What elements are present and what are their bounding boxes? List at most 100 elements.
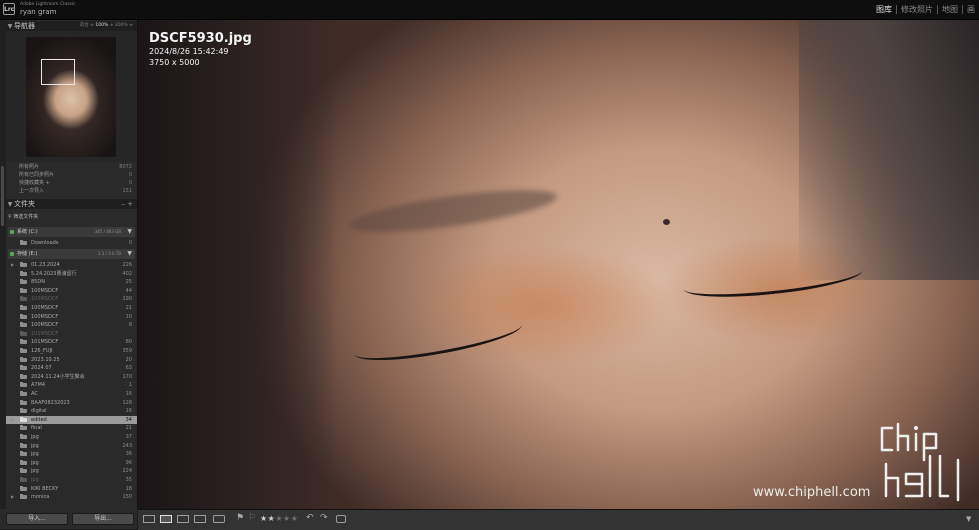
folder-count: 10 [125, 313, 132, 320]
module-develop[interactable]: 修改照片 [896, 5, 937, 14]
survey-view-icon[interactable] [194, 515, 206, 523]
folder-row[interactable]: A7M4 1 [6, 381, 137, 389]
bottom-toolbar: ⚑ ⚐ ★★★★★ ↶ ↷ ▼ [138, 509, 979, 530]
folder-row[interactable]: jpg 35 [6, 476, 137, 484]
folder-row[interactable]: Downloads 0 [6, 239, 137, 247]
folder-row[interactable]: 100MSDCF 21 [6, 304, 137, 312]
zoom-fit[interactable]: 适合 [80, 23, 89, 28]
folder-count: 16 [125, 408, 132, 415]
folder-row[interactable]: KIKI BECKY 18 [6, 485, 137, 493]
photo-eye-left [351, 310, 525, 369]
module-library[interactable]: 图库 [872, 5, 896, 14]
folder-row[interactable]: jpg 243 [6, 442, 137, 450]
navigator-preview [6, 31, 137, 162]
expand-triangle-icon[interactable]: ▶ [11, 493, 14, 501]
folder-row[interactable]: 2024.07 63 [6, 364, 137, 372]
folder-row[interactable]: BAAF08232023 128 [6, 399, 137, 407]
loupe-view[interactable]: DSCF5930.jpg 2024/8/26 15:42:49 3750 x 5… [138, 20, 979, 509]
people-view-icon[interactable] [213, 515, 225, 523]
photo-hair-left [138, 20, 338, 509]
navigator-thumbnail[interactable] [26, 37, 116, 157]
folders-header[interactable]: ▼ 文件夹 – + [6, 199, 137, 209]
volume-storage[interactable]: 存储 (E:) 3.3 / 3.6 TB ▼ [8, 249, 135, 259]
folder-row[interactable]: 101MSDCF [6, 330, 137, 338]
zoom-100[interactable]: 100% [95, 23, 108, 28]
folder-icon [20, 270, 27, 276]
crop-overlay-icon[interactable] [336, 515, 346, 523]
compare-view-icon[interactable] [177, 515, 189, 523]
catalog-item-synced[interactable]: 所有已同步照片 0 [6, 171, 137, 179]
star-rating[interactable]: ★★★★★ [260, 514, 298, 523]
folder-row-selected[interactable]: ▶ edited 34 [6, 415, 137, 424]
rotate-left-icon[interactable]: ↶ [306, 513, 314, 523]
folder-row[interactable]: 100MSDCF 44 [6, 287, 137, 295]
folder-label: A7M4 [31, 382, 46, 389]
folder-row[interactable]: jpg 96 [6, 459, 137, 467]
folder-count: 190 [122, 296, 132, 303]
expand-triangle-icon[interactable]: ▶ [11, 261, 14, 269]
folder-icon [20, 348, 27, 353]
folder-row[interactable]: 101MSDCF 80 [6, 338, 137, 346]
folder-count: 359 [122, 348, 132, 354]
folder-label: 100MSDCF [31, 322, 59, 329]
folder-row[interactable]: final 21 [6, 424, 137, 432]
folder-row[interactable]: 2023.10.25 20 [6, 356, 137, 364]
flag-reject-icon[interactable]: ⚐ [248, 513, 256, 523]
grid-view-icon[interactable] [143, 515, 155, 523]
folder-row[interactable]: 100MSDCF 8 [6, 321, 137, 329]
catalog-item-previous-import[interactable]: 上一次导入 151 [6, 187, 137, 195]
toolbar-menu-chevron-icon[interactable]: ▼ [966, 515, 971, 523]
folder-label: 101MSDCF [31, 330, 59, 337]
navigator-title: 导航器 [14, 22, 35, 30]
photo-brow [346, 181, 560, 241]
folder-row[interactable]: 5.24.2023曹浦留行 402 [6, 270, 137, 278]
add-remove-folder-icons[interactable]: – + [121, 199, 133, 209]
title-bar: Lrc Adobe Lightroom Classic ryan gram 图库… [0, 0, 979, 20]
volume-menu-icon[interactable]: ▼ [127, 227, 132, 237]
zoom-200[interactable]: 200% [115, 23, 128, 28]
folder-count: 80 [125, 339, 132, 346]
folder-count: 150 [122, 494, 132, 501]
rotate-right-icon[interactable]: ↷ [320, 513, 328, 523]
folder-row[interactable]: 85DN 25 [6, 278, 137, 286]
export-button[interactable]: 导出... [72, 513, 134, 525]
folder-count: 21 [125, 305, 132, 311]
loupe-view-icon[interactable] [160, 515, 172, 523]
folder-filter[interactable]: ⚲ 筛选文件夹 [8, 212, 135, 222]
folder-icon [20, 262, 27, 267]
folder-row[interactable]: 2024.11.24小学生聚会 170 [6, 373, 137, 381]
folder-icon [20, 339, 27, 345]
folder-label: 2024.11.24小学生聚会 [31, 373, 85, 380]
folder-count: 243 [122, 442, 132, 449]
folder-row[interactable]: 126_FUJI 359 [6, 347, 137, 355]
folder-label: KIKI BECKY [31, 485, 59, 492]
folder-row[interactable]: AC 16 [6, 390, 137, 398]
folder-row[interactable]: jpg 36 [6, 450, 137, 458]
folder-label: jpg [31, 477, 39, 483]
folder-row[interactable]: ▶ monica 150 [6, 493, 137, 501]
folder-label: digital [31, 408, 47, 415]
navigator-view-rectangle[interactable] [41, 59, 75, 85]
folder-row[interactable]: ▶ 01.23.2024 226 [6, 261, 137, 269]
folder-label: 101MSDCF [31, 339, 59, 346]
folder-count: 37 [125, 434, 132, 440]
module-map[interactable]: 地图 [937, 5, 962, 14]
module-book[interactable]: 画 [962, 5, 979, 14]
folder-row[interactable]: 100MSDCF 190 [6, 295, 137, 303]
catalog-item-quick-collection[interactable]: 快捷收藏夹 +0 [6, 179, 137, 187]
volume-menu-icon[interactable]: ▼ [127, 249, 132, 259]
scrollbar-thumb[interactable] [1, 166, 4, 226]
folder-label: 5.24.2023曹浦留行 [31, 270, 77, 277]
flag-pick-icon[interactable]: ⚑ [236, 513, 244, 523]
volume-system[interactable]: 系统 (C:) 345 / 463 GB ▼ [8, 227, 135, 237]
expand-triangle-icon[interactable]: ▶ [11, 416, 14, 424]
import-button[interactable]: 导入... [6, 513, 68, 525]
folder-row[interactable]: jpg 37 [6, 433, 137, 441]
folder-row[interactable]: digital 16 [6, 407, 137, 415]
folder-row[interactable]: 100MSDCF 10 [6, 313, 137, 321]
folder-row[interactable]: jpg 224 [6, 467, 137, 475]
watermark-text: www.chiphell.com [753, 485, 871, 500]
folder-count: 36 [125, 451, 132, 458]
navigator-header[interactable]: ▼ 导航器 适合 ≑ 100% ≑ 200% ≑ [6, 21, 137, 31]
catalog-item-all-photos[interactable]: 所有照片 8072 [6, 163, 137, 171]
